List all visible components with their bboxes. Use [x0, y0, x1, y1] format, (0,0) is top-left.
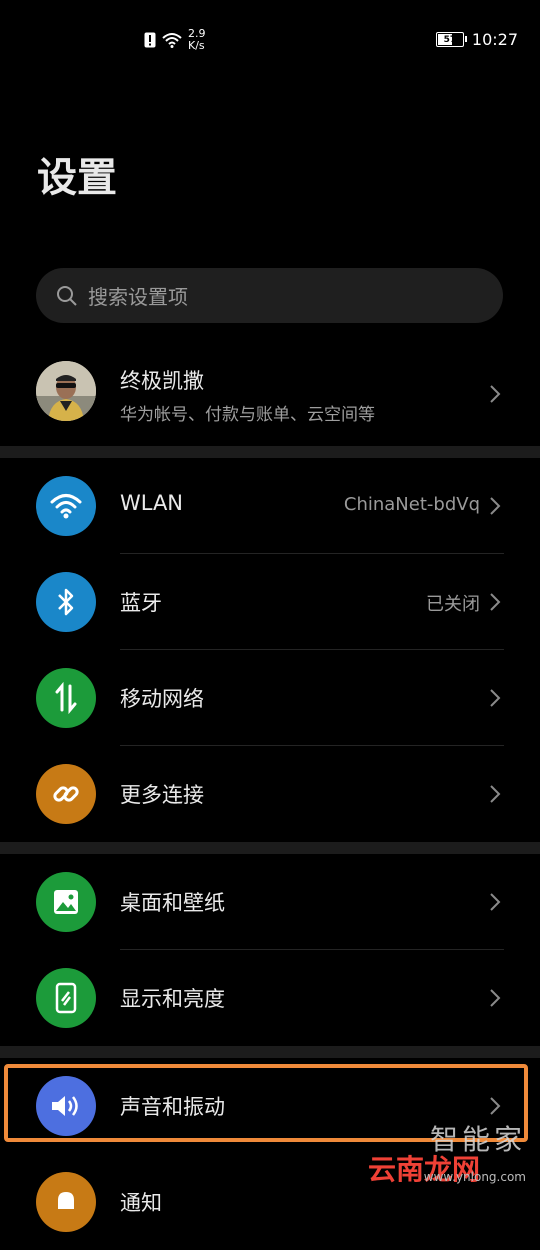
settings-item-wlan[interactable]: WLAN ChinaNet-bdVq	[0, 458, 540, 554]
chevron-right-icon	[490, 989, 501, 1007]
account-subtitle: 华为帐号、付款与账单、云空间等	[120, 405, 375, 425]
watermark-url: www.ynlong.com	[423, 1170, 526, 1184]
item-value: ChinaNet-bdVq	[343, 494, 480, 515]
settings-item-mobile-network[interactable]: 移动网络	[0, 650, 540, 746]
settings-item-wallpaper[interactable]: 桌面和壁纸	[0, 854, 540, 950]
item-label: 更多连接	[120, 783, 204, 807]
clock: 10:27	[471, 30, 518, 49]
item-label: 蓝牙	[120, 591, 162, 615]
settings-item-more-connections[interactable]: 更多连接	[0, 746, 540, 842]
notification-icon	[36, 1172, 96, 1232]
alert-icon	[144, 32, 156, 48]
section-divider	[0, 842, 540, 854]
battery-icon: 57	[435, 32, 467, 47]
network-speed: 2.9 K/s	[188, 28, 206, 52]
item-label: WLAN	[120, 491, 184, 515]
settings-item-bluetooth[interactable]: 蓝牙 已关闭	[0, 554, 540, 650]
search-input[interactable]: 搜索设置项	[36, 268, 503, 323]
status-right: 57 10:27	[435, 30, 518, 49]
display-icon	[36, 968, 96, 1028]
page-title: 设置	[37, 155, 117, 201]
chevron-right-icon	[490, 785, 501, 803]
mobile-data-icon	[36, 668, 96, 728]
wallpaper-icon	[36, 872, 96, 932]
chevron-right-icon	[490, 893, 501, 911]
item-value: 已关闭	[426, 594, 480, 615]
bluetooth-icon	[36, 572, 96, 632]
chevron-right-icon	[490, 689, 501, 707]
chevron-right-icon	[490, 385, 501, 403]
wifi-icon	[36, 476, 96, 536]
speed-unit: K/s	[188, 39, 205, 52]
chevron-right-icon	[490, 497, 501, 515]
section-divider	[0, 446, 540, 458]
status-bar: 2.9 K/s 57 10:27	[0, 0, 540, 80]
chevron-right-icon	[490, 593, 501, 611]
link-icon	[36, 764, 96, 824]
battery-level: 57	[443, 34, 457, 45]
wifi-status-icon	[162, 33, 182, 48]
search-icon	[57, 285, 77, 306]
search-placeholder: 搜索设置项	[88, 285, 188, 309]
account-row[interactable]: 终极凯撒 华为帐号、付款与账单、云空间等	[0, 345, 540, 440]
status-left: 2.9 K/s	[144, 28, 206, 52]
item-label: 桌面和壁纸	[120, 891, 225, 915]
item-label: 移动网络	[120, 687, 204, 711]
account-name: 终极凯撒	[120, 369, 204, 393]
item-label: 显示和亮度	[120, 987, 225, 1011]
avatar	[36, 361, 96, 421]
section-divider	[0, 1046, 540, 1058]
settings-item-display[interactable]: 显示和亮度	[0, 950, 540, 1046]
item-label: 通知	[120, 1191, 162, 1215]
